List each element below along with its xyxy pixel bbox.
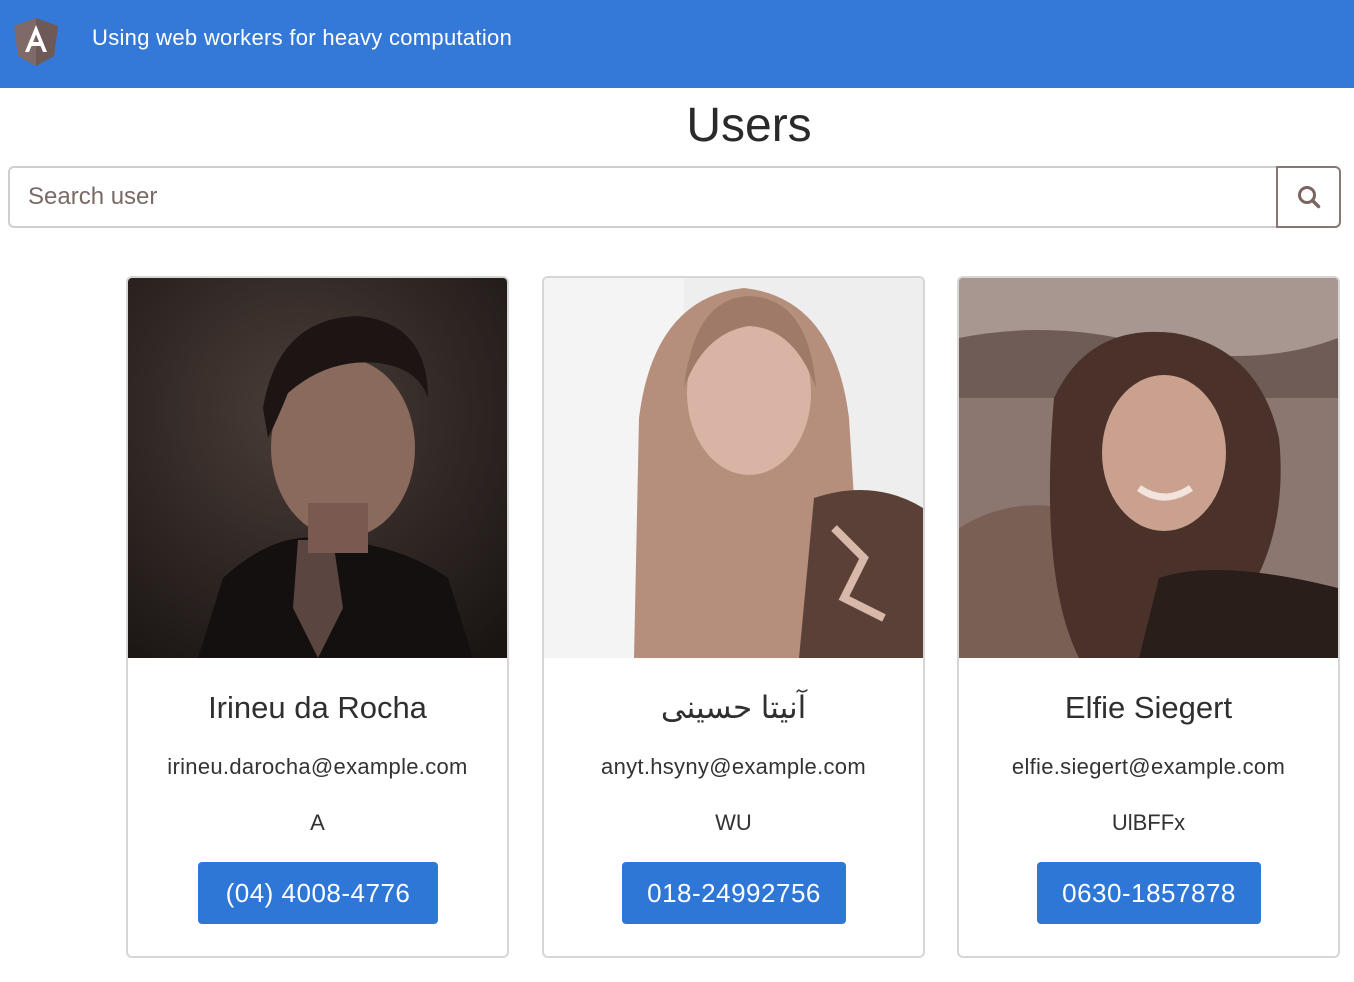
phone-button[interactable]: (04) 4008-4776 — [198, 862, 438, 924]
user-card: Irineu da Rocha irineu.darocha@example.c… — [126, 276, 509, 958]
search-button[interactable] — [1276, 166, 1341, 228]
user-code: UlBFFx — [1111, 810, 1186, 835]
top-navbar: Using web workers for heavy computation — [0, 0, 1354, 88]
user-photo — [128, 278, 507, 658]
user-email: anyt.hsyny@example.com — [601, 754, 866, 779]
phone-button[interactable]: 0630-1857878 — [1037, 862, 1261, 924]
search-icon — [1297, 186, 1320, 209]
user-email: elfie.siegert@example.com — [1011, 754, 1286, 779]
user-name: Elfie Siegert — [1064, 690, 1233, 725]
angular-logo-icon[interactable] — [12, 16, 60, 68]
app-title: Using web workers for heavy computation — [92, 25, 513, 50]
user-card: Elfie Siegert elfie.siegert@example.com … — [957, 276, 1340, 958]
user-name: Irineu da Rocha — [208, 690, 427, 725]
user-name: آنیتا حسینی — [660, 690, 807, 725]
search-input[interactable] — [8, 166, 1278, 228]
phone-button[interactable]: 018-24992756 — [622, 862, 846, 924]
user-photo — [959, 278, 1338, 658]
user-photo — [544, 278, 923, 658]
search-bar — [8, 166, 1341, 228]
page-title: Users — [686, 99, 812, 152]
user-code: A — [310, 810, 325, 835]
user-code: WU — [715, 810, 752, 835]
user-email: irineu.darocha@example.com — [167, 754, 468, 779]
user-card: آنیتا حسینی anyt.hsyny@example.com WU 01… — [542, 276, 925, 958]
